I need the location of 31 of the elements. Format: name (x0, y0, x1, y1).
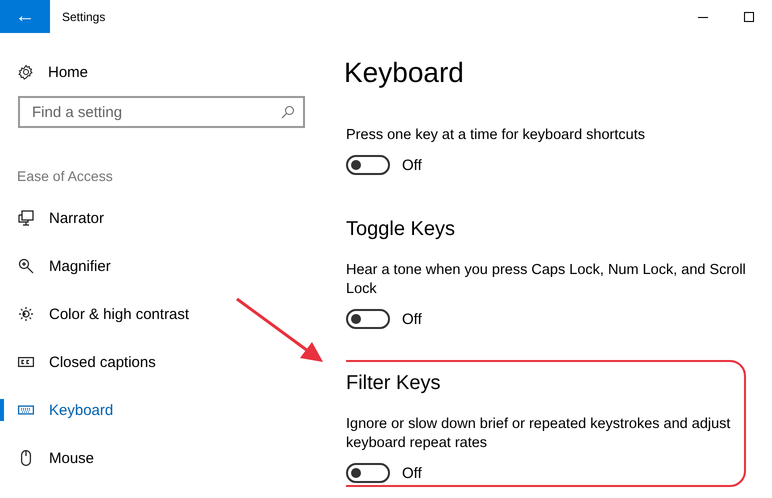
toggle-switch[interactable] (346, 155, 390, 175)
toggle-state: Off (402, 464, 422, 482)
nav-item[interactable]: Mouse (49, 450, 94, 466)
maximize-icon (744, 12, 754, 22)
search-icon (281, 105, 295, 119)
nav-item[interactable]: Color & high contrast (49, 306, 190, 322)
nav-item[interactable]: Narrator (49, 210, 104, 226)
section-description: Hear a tone when you press Caps Lock, Num Lock, and Scroll Lock (346, 261, 747, 299)
section-description: Press one key at a time for keyboard shortcuts (346, 126, 646, 145)
search-field[interactable]: Find a setting (18, 96, 305, 128)
nav-item[interactable]: Closed captions (49, 354, 156, 370)
home-link[interactable]: Home (48, 64, 88, 80)
mouse-icon (18, 450, 34, 466)
nav-item[interactable]: Keyboard (49, 402, 114, 418)
toggle-state: Off (402, 310, 422, 328)
back-button[interactable]: ← (0, 0, 50, 33)
window-title: Settings (62, 10, 106, 24)
toggle-switch[interactable] (346, 463, 390, 483)
nav-item[interactable]: Magnifier (49, 258, 111, 274)
settings-icon (18, 64, 34, 80)
zoom-in-icon (18, 258, 34, 274)
section-heading: Filter Keys (346, 371, 442, 396)
captions-icon (18, 354, 34, 370)
toggle-state: Off (402, 156, 422, 174)
section-description: Ignore or slow down brief or repeated keystrokes and adjust keyboard repeat rates (346, 415, 732, 453)
page-title: Keyboard (344, 56, 465, 90)
section-heading: Toggle Keys (346, 217, 456, 242)
group-heading: Ease of Access (16, 167, 114, 186)
monitor-icon (18, 210, 34, 226)
toggle-switch[interactable] (346, 309, 390, 329)
sun-icon (18, 306, 34, 322)
